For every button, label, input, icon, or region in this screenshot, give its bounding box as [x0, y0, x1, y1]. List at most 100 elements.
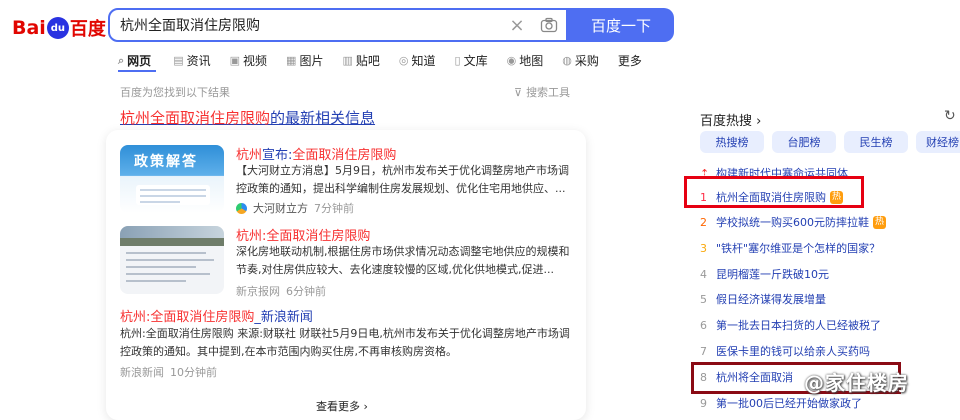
hot-item[interactable]: 5 假日经济谋得发展增量 — [700, 289, 826, 309]
chip-livelihood[interactable]: 民生榜 — [844, 131, 908, 153]
search-icon: ⌕ — [118, 53, 125, 67]
tab-wenku[interactable]: ▯ 文库 — [455, 52, 488, 69]
result-meta: 新京报网 6分钟前 — [236, 283, 326, 299]
hot-item-text: 学校拟统一购买600元防摔拉鞋 — [716, 216, 869, 229]
result-time: 10分钟前 — [170, 366, 217, 379]
hot-item-text: 第一批00后已经开始做家政了 — [716, 397, 862, 410]
result-meta: 大河财立方 7分钟前 — [236, 200, 354, 216]
title-text: _新浪新闻 — [254, 310, 313, 325]
tab-zhidao[interactable]: ◎ 知道 — [399, 52, 436, 69]
hot-item-text: 昆明榴莲一斤跌破10元 — [716, 268, 829, 281]
result-source: 新浪新闻 — [120, 366, 164, 379]
headline-rest: 的最新相关信息 — [270, 109, 376, 127]
tab-news[interactable]: ▤ 资讯 — [173, 52, 210, 69]
result-source: 大河财立方 — [253, 202, 308, 215]
paw-icon: du — [46, 17, 69, 39]
result-title[interactable]: 杭州宣布:全面取消住房限购 — [236, 144, 396, 163]
hot-item[interactable]: 4 昆明榴莲一斤跌破10元 — [700, 264, 829, 284]
hot-item-text: 医保卡里的钱可以给亲人买药吗 — [716, 345, 870, 358]
hot-rank: 3 — [700, 241, 707, 255]
clear-icon[interactable]: × — [502, 15, 532, 36]
hot-item[interactable]: 9 第一批00后已经开始做家政了 — [700, 393, 862, 413]
chip-finance[interactable]: 财经榜 — [916, 131, 960, 153]
zhidao-icon: ◎ — [398, 54, 409, 67]
hot-rank: 4 — [700, 267, 707, 281]
result-time: 7分钟前 — [314, 202, 354, 215]
tab-video[interactable]: ▣ 视频 — [230, 52, 267, 69]
title-keyword: 全面取消住房限购 — [292, 148, 397, 163]
hot-badge: 热 — [873, 215, 886, 229]
result-source: 新京报网 — [236, 285, 280, 298]
news-icon: ▤ — [173, 54, 184, 67]
video-icon: ▣ — [229, 54, 241, 67]
logo-text-right: 百度 — [69, 19, 106, 40]
tab-label: 更多 — [617, 54, 642, 68]
hot-item[interactable]: 7 医保卡里的钱可以给亲人买药吗 — [700, 341, 870, 361]
filter-icon: ⊽ — [514, 85, 523, 99]
result-thumbnail[interactable]: 政策解答 — [120, 145, 224, 213]
search-tools[interactable]: ⊽ 搜索工具 — [514, 84, 570, 100]
tab-purchase[interactable]: ◍ 采购 — [562, 52, 599, 69]
title-keyword: 杭州: — [236, 229, 267, 244]
tab-label: 采购 — [574, 54, 599, 68]
hot-rank: 5 — [700, 292, 707, 306]
title-keyword: 杭州:全面取消住房限购 — [120, 310, 255, 325]
wenku-icon: ▯ — [454, 54, 461, 67]
tab-label: 知道 — [411, 54, 436, 68]
see-more-link[interactable]: 查看更多 › — [316, 398, 368, 414]
result-description: 【大河财立方消息】5月9日，杭州市发布关于优化调整房地产市场调控政策的通知，提出… — [236, 164, 569, 195]
title-keyword: 杭州 — [236, 148, 263, 163]
tab-label: 文库 — [463, 54, 488, 68]
image-icon: ▦ — [286, 54, 297, 67]
hot-item-text: 第一批去日本扫货的人已经被税了 — [716, 319, 881, 332]
search-button[interactable]: 百度一下 — [568, 8, 674, 42]
tab-more[interactable]: 更多 — [618, 52, 642, 69]
highlight-box — [684, 176, 864, 208]
purchase-icon: ◍ — [562, 54, 572, 67]
result-description: 深化房地联动机制,根据住房市场供求情况动态调整宅地供应的规模和节奏,对住房供应较… — [236, 245, 570, 276]
watermark-text: @家住楼房 — [804, 371, 909, 395]
hot-item[interactable]: 6 第一批去日本扫货的人已经被税了 — [700, 315, 881, 335]
hot-item-text: 假日经济谋得发展增量 — [716, 293, 826, 306]
tab-label: 贴吧 — [355, 54, 380, 68]
source-logo-icon — [236, 202, 247, 214]
result-count-text: 百度为您找到以下结果 — [120, 86, 230, 99]
chip-hot[interactable]: 热搜榜 — [700, 131, 764, 153]
camera-icon[interactable] — [532, 17, 566, 33]
baidu-logo[interactable]: Bai du 百度 — [12, 14, 106, 42]
search-input[interactable]: 杭州全面取消住房限购 — [120, 15, 502, 35]
tab-image[interactable]: ▦ 图片 — [286, 52, 323, 69]
tieba-icon: ▥ — [342, 54, 353, 67]
hot-item[interactable]: 3 "铁杆"塞尔维亚是个怎样的国家？ — [700, 238, 880, 258]
map-icon: ◉ — [506, 54, 517, 67]
result-thumbnail[interactable] — [120, 226, 224, 294]
hot-rank: 7 — [700, 344, 707, 358]
search-box[interactable]: 杭州全面取消住房限购 × — [108, 8, 568, 42]
headline-keyword: 杭州全面取消住房限购 — [120, 109, 271, 127]
hot-item[interactable]: 2 学校拟统一购买600元防摔拉鞋热 — [700, 212, 886, 232]
active-tab-indicator — [118, 70, 156, 72]
tab-label: 资讯 — [186, 54, 211, 68]
result-meta: 新浪新闻 10分钟前 — [120, 364, 217, 380]
search-tabs: ⌕ 网页 ▤ 资讯 ▣ 视频 ▦ 图片 ▥ 贴吧 ◎ 知道 ▯ 文库 ◉ 地图 ◍ 采购 更多 — [118, 52, 661, 69]
tab-label: 图片 — [299, 54, 324, 68]
result-time: 6分钟前 — [286, 285, 326, 298]
hot-rank: 2 — [700, 215, 707, 229]
tab-map[interactable]: ◉ 地图 — [507, 52, 544, 69]
result-title[interactable]: 杭州:全面取消住房限购_新浪新闻 — [120, 306, 313, 325]
refresh-icon[interactable]: ↻ — [944, 108, 956, 124]
thumbnail-text: 政策解答 — [134, 154, 198, 170]
tab-tieba[interactable]: ▥ 贴吧 — [342, 52, 379, 69]
search-tools-label: 搜索工具 — [526, 86, 571, 99]
result-description: 杭州:全面取消住房限购 来源:财联社 财联社5月9日电,杭州市发布关于优化调整房… — [120, 327, 570, 358]
chip-region[interactable]: 台肥榜 — [772, 131, 836, 153]
tab-web[interactable]: ⌕ 网页 — [118, 52, 154, 69]
news-headline-link[interactable]: 杭州全面取消住房限购的最新相关信息 — [120, 107, 375, 128]
tab-label: 地图 — [519, 54, 544, 68]
result-title[interactable]: 杭州:全面取消住房限购 — [236, 225, 370, 244]
hot-rank: 9 — [700, 396, 707, 410]
tab-label: 网页 — [127, 54, 152, 68]
thumbnail-graphic — [136, 185, 210, 205]
hot-rank: 6 — [700, 318, 707, 332]
hot-search-title[interactable]: 百度热搜 › — [700, 110, 761, 129]
